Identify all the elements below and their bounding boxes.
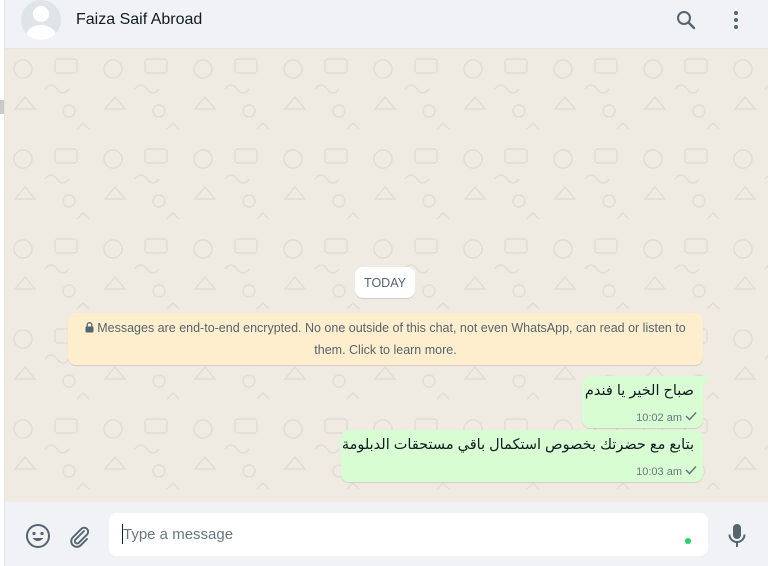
emoji-icon[interactable] bbox=[24, 522, 52, 550]
message-time: 10:02 am bbox=[636, 411, 682, 424]
message-meta: 10:03 am bbox=[636, 465, 697, 478]
single-check-icon bbox=[685, 465, 697, 478]
message-bubble-outgoing[interactable]: بتابع مع حضرتك بخصوص استكمال باقي مستحقا… bbox=[341, 430, 703, 482]
message-meta: 10:02 am bbox=[636, 411, 697, 424]
text-caret bbox=[122, 524, 123, 544]
mic-icon[interactable] bbox=[723, 522, 751, 550]
chat-header: Faiza Saif Abroad bbox=[5, 0, 768, 49]
avatar[interactable] bbox=[21, 0, 61, 40]
attach-icon[interactable] bbox=[65, 522, 93, 550]
message-text: صباح الخير يا فندم bbox=[584, 383, 694, 399]
message-text: بتابع مع حضرتك بخصوص استكمال باقي مستحقا… bbox=[341, 437, 694, 453]
menu-icon[interactable] bbox=[724, 8, 748, 32]
message-time: 10:03 am bbox=[636, 465, 682, 478]
date-chip: TODAY bbox=[355, 267, 415, 298]
single-check-icon bbox=[685, 411, 697, 424]
contact-name[interactable]: Faiza Saif Abroad bbox=[76, 11, 202, 29]
message-input[interactable] bbox=[109, 513, 708, 556]
bubble-tail bbox=[703, 376, 711, 386]
search-icon[interactable] bbox=[674, 8, 698, 32]
message-bubble-outgoing[interactable]: صباح الخير يا فندم 10:02 am bbox=[582, 376, 703, 428]
scroll-mark bbox=[0, 100, 4, 114]
composer-bar bbox=[5, 502, 768, 566]
lock-icon bbox=[85, 319, 94, 340]
avatar-body-shape bbox=[26, 25, 56, 40]
whatsapp-window: Faiza Saif Abroad TODAY Messages are end… bbox=[0, 0, 768, 566]
input-status-dot bbox=[685, 538, 691, 544]
avatar-head-shape bbox=[33, 6, 49, 22]
encryption-notice[interactable]: Messages are end-to-end encrypted. No on… bbox=[68, 313, 703, 365]
encryption-notice-text: Messages are end-to-end encrypted. No on… bbox=[97, 321, 686, 357]
chat-area[interactable]: TODAY Messages are end-to-end encrypted.… bbox=[5, 49, 768, 502]
